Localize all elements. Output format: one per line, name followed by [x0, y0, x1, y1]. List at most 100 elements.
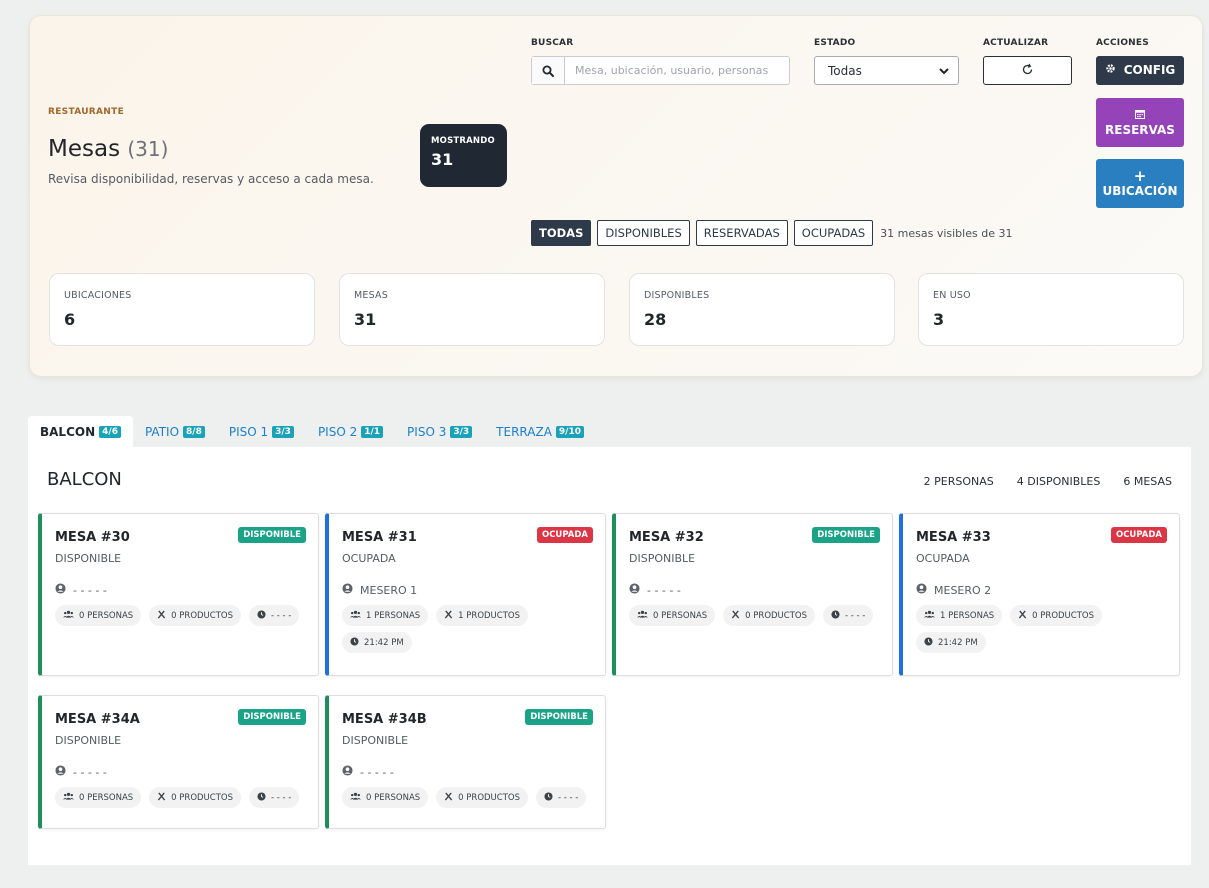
- tab-label: PISO 3: [407, 424, 447, 439]
- stat-disponibles: DISPONIBLES 28: [629, 273, 895, 346]
- tab-patio[interactable]: PATIO 8/8: [133, 416, 217, 447]
- table-card[interactable]: MESA #33 OCUPADA OCUPADA MESERO 2 1 PERS…: [899, 513, 1180, 676]
- stat-label: UBICACIONES: [64, 290, 132, 301]
- people-count: 1 PERSONAS: [366, 610, 421, 621]
- table-waiter: MESERO 2: [916, 583, 991, 597]
- page-title: Mesas (31): [48, 136, 168, 162]
- reservas-button[interactable]: RESERVAS: [1096, 98, 1184, 147]
- products-count: 0 PRODUCTOS: [745, 610, 807, 621]
- filter-info: 31 mesas visibles de 31: [880, 226, 1013, 240]
- clock-icon: [831, 609, 840, 622]
- status-badge: OCUPADA: [536, 527, 593, 543]
- refresh-button[interactable]: [983, 56, 1072, 85]
- status-badge: DISPONIBLE: [238, 709, 306, 725]
- status-badge: OCUPADA: [1110, 527, 1167, 543]
- chevron-down-icon: [939, 64, 949, 78]
- products-count: 1 PRODUCTOS: [458, 610, 520, 621]
- users-icon: [63, 610, 74, 621]
- clock-icon: [350, 636, 359, 649]
- tab-label: BALCON: [40, 424, 96, 439]
- tab-badge: 4/6: [99, 425, 121, 438]
- table-meta: 0 PERSONAS 0 PRODUCTOS - - - -: [55, 787, 310, 808]
- filter-reservadas[interactable]: RESERVADAS: [695, 220, 788, 246]
- filter-ocupadas[interactable]: OCUPADAS: [793, 220, 874, 246]
- page-title-text: Mesas: [48, 136, 121, 162]
- time-value: 21:42 PM: [364, 637, 404, 648]
- time-chip: 21:42 PM: [916, 632, 986, 653]
- tab-badge: 3/3: [450, 425, 473, 438]
- user-circle-icon: [342, 765, 353, 779]
- table-status-text: DISPONIBLE: [55, 552, 122, 565]
- time-chip: - - - -: [535, 787, 587, 808]
- showing-value: 31: [431, 150, 454, 169]
- table-meta: 1 PERSONAS 1 PRODUCTOS 21:42 PM: [342, 605, 597, 653]
- stat-en-uso: EN USO 3: [918, 273, 1184, 346]
- page-title-count: (31): [127, 137, 169, 161]
- table-card[interactable]: MESA #34A DISPONIBLE DISPONIBLE - - - - …: [38, 695, 319, 829]
- tab-badge: 9/10: [555, 425, 584, 438]
- table-status-text: OCUPADA: [916, 552, 970, 565]
- status-badge: DISPONIBLE: [812, 527, 880, 543]
- table-meta: 0 PERSONAS 0 PRODUCTOS - - - -: [629, 605, 884, 626]
- config-button[interactable]: CONFIG: [1096, 56, 1184, 85]
- table-status-text: DISPONIBLE: [629, 552, 696, 565]
- table-card[interactable]: MESA #30 DISPONIBLE DISPONIBLE - - - - -…: [38, 513, 319, 676]
- state-select[interactable]: Todas: [814, 56, 959, 85]
- state-select-value: Todas: [828, 63, 862, 78]
- plus-icon: +: [1133, 166, 1147, 185]
- section-eyebrow: RESTAURANTE: [48, 107, 125, 117]
- clock-icon: [544, 791, 553, 804]
- user-circle-icon: [916, 583, 927, 597]
- reservas-button-label: RESERVAS: [1105, 122, 1175, 137]
- tab-badge: 8/8: [183, 425, 205, 438]
- products-chip: 0 PRODUCTOS: [1010, 605, 1102, 626]
- page-subtitle: Revisa disponibilidad, reservas y acceso…: [48, 172, 374, 186]
- people-chip: 1 PERSONAS: [916, 605, 1003, 626]
- tab-balcon[interactable]: BALCON 4/6: [28, 416, 133, 447]
- table-meta: 0 PERSONAS 0 PRODUCTOS - - - -: [342, 787, 597, 808]
- panel-title: BALCON: [47, 469, 122, 490]
- products-chip: 0 PRODUCTOS: [723, 605, 815, 626]
- tab-piso-1[interactable]: PISO 1 3/3: [217, 416, 306, 447]
- table-card[interactable]: MESA #34B DISPONIBLE DISPONIBLE - - - - …: [325, 695, 606, 829]
- users-icon: [637, 610, 648, 621]
- table-card[interactable]: MESA #32 DISPONIBLE DISPONIBLE - - - - -…: [612, 513, 893, 676]
- users-icon: [350, 792, 361, 803]
- table-status-text: OCUPADA: [342, 552, 396, 565]
- time-value: - - - -: [844, 610, 866, 621]
- people-count: 0 PERSONAS: [79, 792, 134, 803]
- time-value: - - - -: [270, 610, 292, 621]
- location-panel: BALCON 2 PERSONAS 4 DISPONIBLES 6 MESAS …: [28, 447, 1191, 865]
- filter-bar: TODAS DISPONIBLES RESERVADAS OCUPADAS 31…: [531, 220, 1012, 246]
- add-location-button[interactable]: + UBICACIÓN: [1096, 159, 1184, 208]
- tab-piso-3[interactable]: PISO 3 3/3: [395, 416, 484, 447]
- tab-piso-2[interactable]: PISO 2 1/1: [306, 416, 395, 447]
- stat-label: EN USO: [933, 290, 971, 301]
- showing-card: MOSTRANDO 31: [420, 124, 507, 187]
- table-name: MESA #34A: [55, 712, 140, 727]
- cutlery-icon: [444, 609, 453, 622]
- filter-todas[interactable]: TODAS: [531, 220, 592, 246]
- cutlery-icon: [157, 609, 166, 622]
- time-chip: - - - -: [248, 605, 300, 626]
- search-input[interactable]: [565, 57, 789, 84]
- cutlery-icon: [731, 609, 740, 622]
- table-status-text: DISPONIBLE: [342, 734, 409, 747]
- products-count: 0 PRODUCTOS: [458, 792, 520, 803]
- filter-disponibles[interactable]: DISPONIBLES: [597, 220, 690, 246]
- waiter-name: MESERO 1: [360, 583, 418, 597]
- status-badge: DISPONIBLE: [238, 527, 306, 543]
- table-name: MESA #34B: [342, 712, 427, 727]
- tab-terraza[interactable]: TERRAZA 9/10: [484, 416, 596, 447]
- table-card[interactable]: MESA #31 OCUPADA OCUPADA MESERO 1 1 PERS…: [325, 513, 606, 676]
- tab-badge: 1/1: [361, 425, 384, 438]
- waiter-name: - - - - -: [73, 765, 107, 779]
- stat-label: DISPONIBLES: [644, 290, 710, 301]
- people-count: 0 PERSONAS: [653, 610, 708, 621]
- stat-label: MESAS: [354, 290, 388, 301]
- tab-label: PISO 1: [228, 424, 269, 439]
- time-chip: 21:42 PM: [342, 632, 412, 653]
- search-group: [531, 56, 790, 85]
- tab-label: TERRAZA: [496, 424, 552, 439]
- clock-icon: [257, 791, 266, 804]
